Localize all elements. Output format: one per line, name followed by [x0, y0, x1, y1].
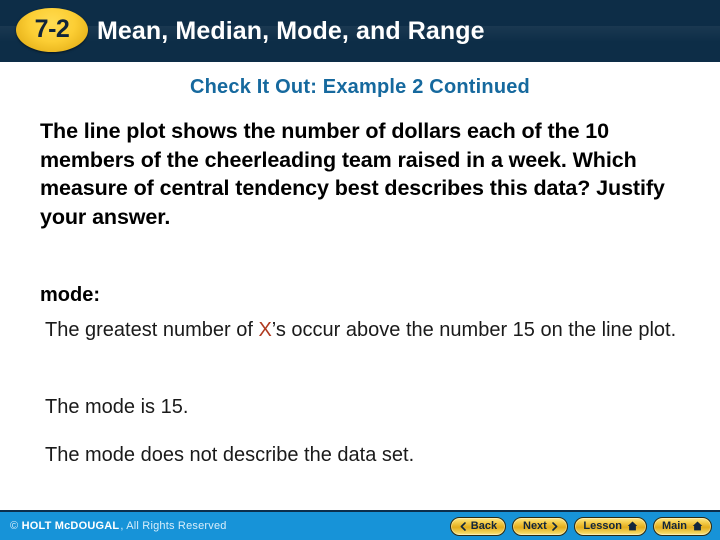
mode-evaluation: The mode does not describe the data set.	[45, 444, 415, 466]
navigation-buttons: Back Next Lesson Main	[450, 514, 712, 538]
home-icon	[627, 521, 638, 531]
back-button[interactable]: Back	[450, 516, 507, 536]
lesson-home-button-label: Lesson	[583, 520, 622, 532]
main-home-button-label: Main	[661, 520, 687, 532]
explanation-part-2: ’s occur above the number 15 on the line…	[271, 319, 677, 341]
publisher-name: HOLT McDOUGAL	[21, 520, 120, 532]
explanation-text: The greatest number of X’s occur above t…	[45, 316, 685, 344]
explanation-part-1: The greatest number of	[45, 319, 259, 341]
problem-statement: The line plot shows the number of dollar…	[40, 119, 665, 229]
copyright-symbol: ©	[10, 520, 19, 532]
home-icon	[692, 521, 703, 531]
x-symbol: X	[258, 319, 272, 341]
mode-conclusion: The mode is 15.	[45, 396, 189, 418]
lesson-header-bar: 7-2 Mean, Median, Mode, and Range	[0, 0, 720, 62]
lesson-number-badge: 7-2	[16, 8, 88, 52]
next-button-label: Next	[523, 520, 547, 532]
slide-content: Check It Out: Example 2 Continued The li…	[0, 62, 720, 510]
footer-bar: © HOLT McDOUGAL, All Rights Reserved Bac…	[0, 510, 720, 540]
next-button[interactable]: Next	[512, 516, 569, 536]
example-subtitle: Check It Out: Example 2 Continued	[190, 76, 530, 98]
chevron-left-icon	[460, 521, 466, 531]
answer-label: mode:	[40, 284, 100, 306]
main-home-button[interactable]: Main	[652, 516, 712, 536]
back-button-label: Back	[470, 520, 498, 532]
page-title: Mean, Median, Mode, and Range	[97, 16, 485, 45]
rights-text: , All Rights Reserved	[120, 520, 227, 532]
lesson-home-button[interactable]: Lesson	[574, 516, 647, 536]
chevron-right-icon	[552, 521, 558, 531]
lesson-number-text: 7-2	[34, 14, 70, 43]
copyright-notice: © HOLT McDOUGAL, All Rights Reserved	[10, 512, 227, 540]
